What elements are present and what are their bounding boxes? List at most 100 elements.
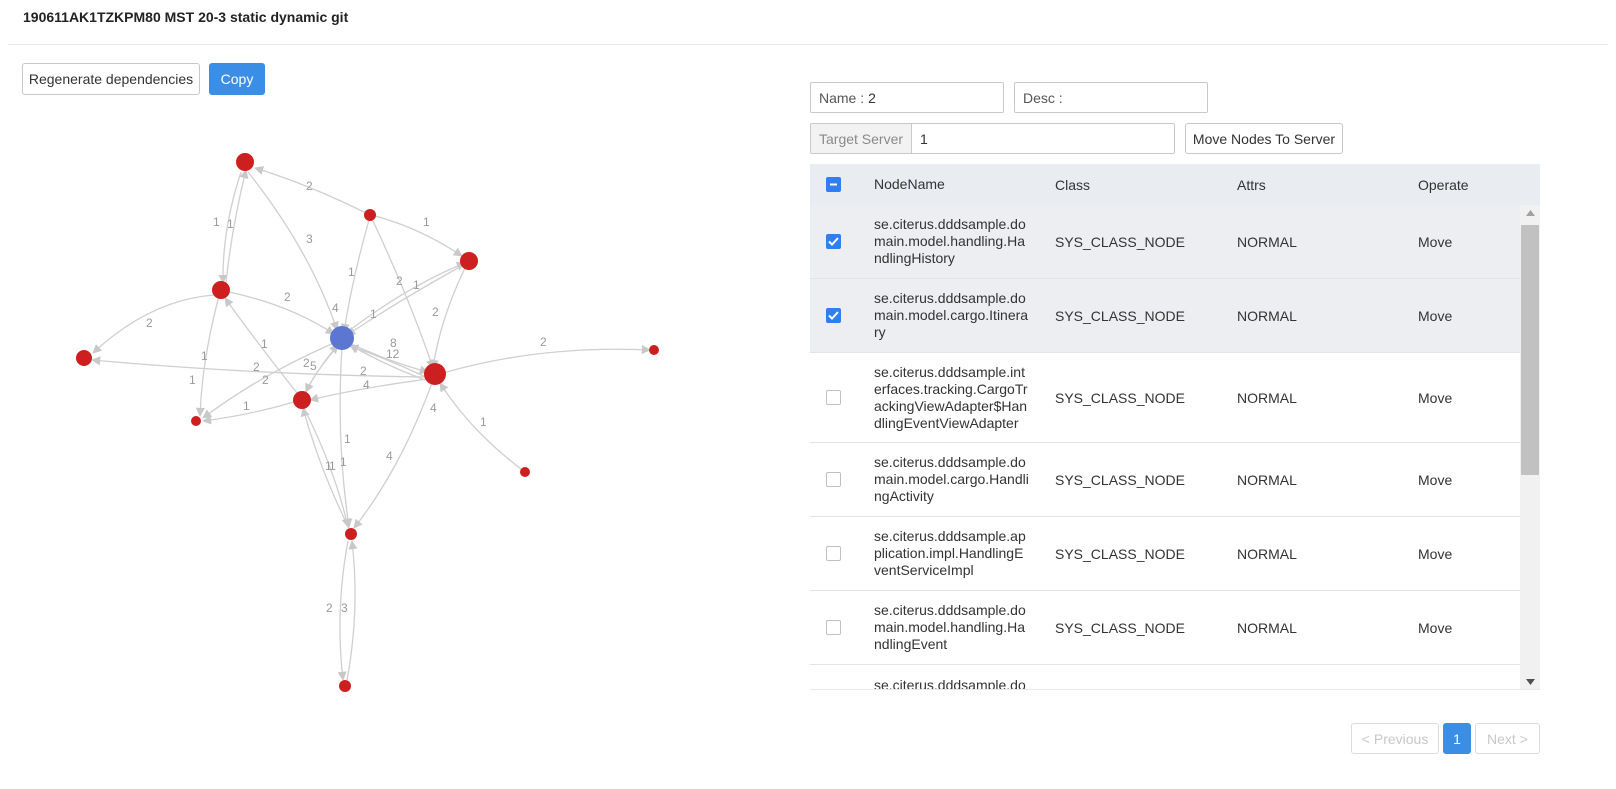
graph-edge-label: 2 — [146, 316, 153, 330]
table-row[interactable]: se.citerus.dddsample.domain.model.handli… — [810, 205, 1520, 279]
nodes-table: NodeName Class Attrs Operate se.citerus.… — [810, 164, 1540, 690]
graph-edge — [353, 382, 433, 529]
next-page-button[interactable]: Next > — [1475, 723, 1540, 754]
select-all-checkbox[interactable] — [826, 177, 841, 192]
graph-edge-label: 1 — [329, 459, 336, 473]
graph-edge-label: 2 — [284, 290, 291, 304]
graph-edge — [247, 171, 339, 331]
previous-page-button[interactable]: < Previous — [1351, 723, 1439, 754]
graph-edge — [202, 341, 337, 419]
graph-edge-label: 1 — [344, 432, 351, 446]
node-name: se.citerus.dddsample.domain.model.handli… — [874, 602, 1026, 652]
graph-edge-label: 5 — [310, 359, 317, 373]
name-input[interactable] — [864, 89, 1003, 106]
row-checkbox[interactable] — [826, 472, 841, 487]
graph-nodes[interactable] — [76, 153, 659, 692]
graph-node — [191, 416, 201, 426]
move-nodes-to-server-button[interactable]: Move Nodes To Server — [1185, 123, 1343, 154]
graph-edge-label: 2 — [306, 179, 313, 193]
row-checkbox[interactable] — [826, 546, 841, 561]
move-link[interactable]: Move — [1418, 620, 1452, 636]
table-body: se.citerus.dddsample.domain.model.handli… — [810, 205, 1520, 690]
graph-edge-label: 2 — [540, 335, 547, 349]
row-checkbox[interactable] — [826, 234, 841, 249]
move-link[interactable]: Move — [1418, 308, 1452, 324]
row-checkbox[interactable] — [826, 620, 841, 635]
graph-edge-label: 1 — [227, 217, 234, 231]
scroll-down-arrow-icon[interactable] — [1520, 674, 1540, 689]
column-header-class: Class — [1055, 176, 1091, 193]
node-name: se.citerus.dddsample.application.impl.Ha… — [874, 528, 1026, 578]
graph-node — [520, 467, 530, 477]
graph-edge — [91, 356, 429, 378]
page-1-button[interactable]: 1 — [1443, 723, 1471, 754]
node-class: SYS_CLASS_NODE — [1055, 545, 1185, 562]
graph-edge — [92, 294, 215, 354]
graph-node — [460, 252, 478, 270]
graph-node — [236, 153, 254, 171]
graph-edge — [442, 345, 651, 374]
graph-edge-label: 1 — [348, 265, 355, 279]
table-row[interactable]: se.citerus.dddsample.domain.model.handli… — [810, 591, 1520, 665]
table-row[interactable]: se.citerus.dddsample.do — [810, 665, 1520, 690]
node-attrs: NORMAL — [1237, 619, 1297, 636]
graph-edge-label: 1 — [243, 399, 250, 413]
node-name: se.citerus.dddsample.do — [874, 677, 1026, 690]
column-header-nodename: NodeName — [874, 176, 945, 192]
move-link[interactable]: Move — [1418, 390, 1452, 406]
move-link[interactable]: Move — [1418, 472, 1452, 488]
graph-edge-label: 2 — [262, 373, 269, 387]
graph-node — [364, 209, 376, 221]
graph-node-selected — [330, 326, 354, 350]
node-class: SYS_CLASS_NODE — [1055, 389, 1185, 406]
table-row[interactable]: se.citerus.dddsample.domain.model.cargo.… — [810, 443, 1520, 517]
graph-edge-label: 2 — [253, 360, 260, 374]
copy-button[interactable]: Copy — [209, 63, 265, 95]
regenerate-dependencies-button[interactable]: Regenerate dependencies — [22, 63, 200, 95]
graph-node — [339, 680, 351, 692]
row-checkbox[interactable] — [826, 308, 841, 323]
node-class: SYS_CLASS_NODE — [1055, 471, 1185, 488]
move-link[interactable]: Move — [1418, 234, 1452, 250]
move-link[interactable]: Move — [1418, 546, 1452, 562]
graph-edge-label: 3 — [341, 601, 348, 615]
graph-edge-label: 1 — [423, 215, 430, 229]
table-row[interactable]: se.citerus.dddsample.interfaces.tracking… — [810, 353, 1520, 443]
graph-node — [212, 281, 230, 299]
graph-edge-label: 2 — [303, 356, 310, 370]
target-server-input[interactable] — [912, 124, 1174, 153]
graph-edge-label: 4 — [332, 301, 339, 315]
previous-label: Previous — [1373, 730, 1429, 747]
desc-label: Desc : — [1023, 89, 1063, 106]
graph-edge-label: 3 — [306, 232, 313, 246]
graph-edge-label: 12 — [386, 347, 400, 361]
row-checkbox[interactable] — [826, 390, 841, 405]
table-row[interactable]: se.citerus.dddsample.domain.model.cargo.… — [810, 279, 1520, 353]
graph-edge — [346, 540, 358, 681]
table-row[interactable]: se.citerus.dddsample.application.impl.Ha… — [810, 517, 1520, 591]
scroll-up-arrow-icon[interactable] — [1520, 205, 1540, 221]
graph-edge-label: 4 — [363, 378, 370, 392]
chevron-right-icon: > — [1519, 730, 1528, 747]
desc-input[interactable] — [1062, 89, 1207, 106]
graph-edge-label: 2 — [396, 274, 403, 288]
graph-edge-label: 2 — [326, 601, 333, 615]
name-field[interactable]: Name : — [810, 82, 1004, 113]
column-header-attrs: Attrs — [1237, 176, 1266, 193]
dependency-graph[interactable]: 2 3 1 1 1 1 1 2 2 1 2 4 2 1 2 8 12 2 1 1… — [40, 140, 740, 710]
graph-node — [649, 345, 659, 355]
graph-edge-label: 1 — [189, 373, 196, 387]
table-scrollbar[interactable] — [1520, 205, 1540, 689]
graph-edge-label: 1 — [213, 215, 220, 229]
graph-edge-label: 1 — [480, 415, 487, 429]
scrollbar-thumb[interactable] — [1521, 225, 1539, 475]
desc-field[interactable]: Desc : — [1014, 82, 1208, 113]
node-class: SYS_CLASS_NODE — [1055, 233, 1185, 250]
graph-edges — [91, 166, 651, 681]
target-server-field[interactable]: Target Server — [810, 123, 1175, 154]
graph-edge-label: 1 — [261, 337, 268, 351]
next-label: Next — [1487, 730, 1516, 747]
graph-node — [76, 350, 92, 366]
node-attrs: NORMAL — [1237, 545, 1297, 562]
node-attrs: NORMAL — [1237, 233, 1297, 250]
